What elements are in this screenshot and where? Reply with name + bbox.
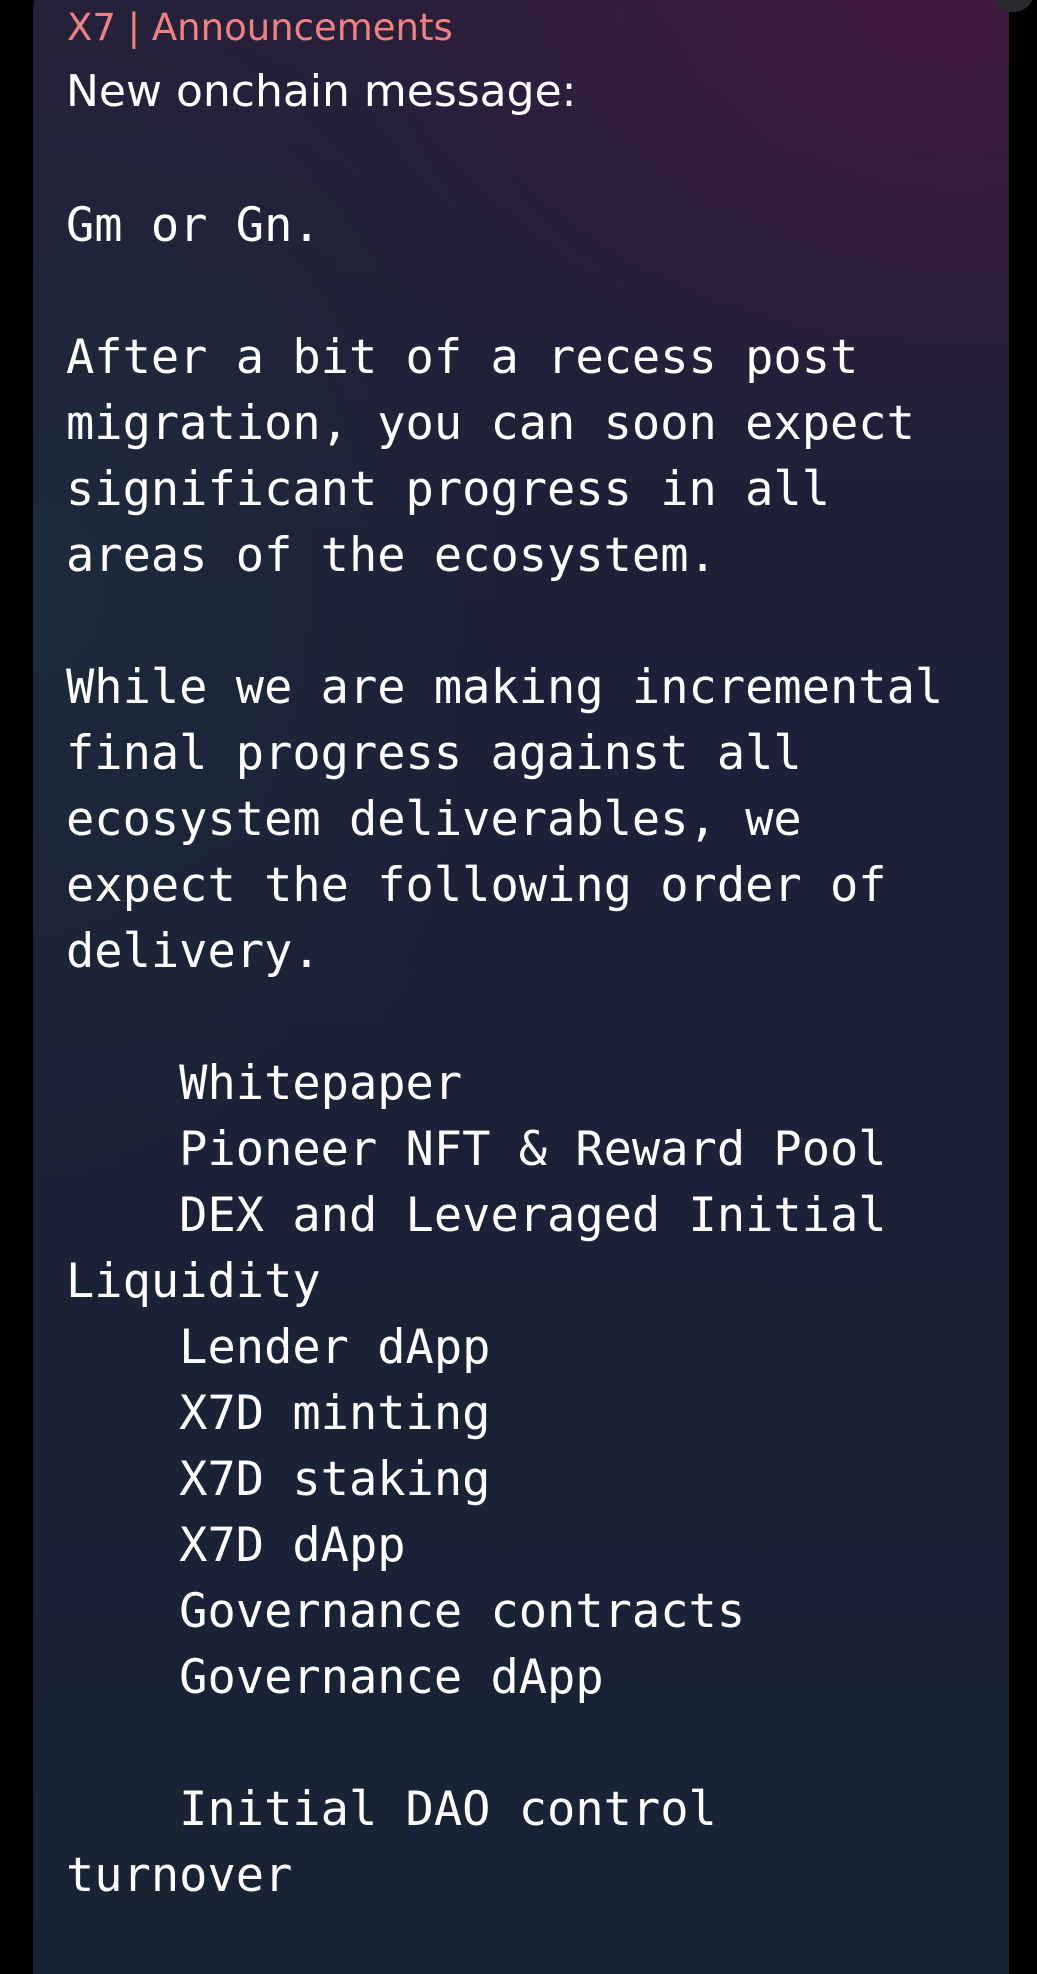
sender-name[interactable]: X7 | Announcements <box>67 6 453 50</box>
message-lead: New onchain message: <box>66 66 577 117</box>
chat-screen: X7 | Announcements New onchain message: … <box>0 0 1037 1974</box>
message-body: Gm or Gn. After a bit of a recess post m… <box>66 198 944 1903</box>
